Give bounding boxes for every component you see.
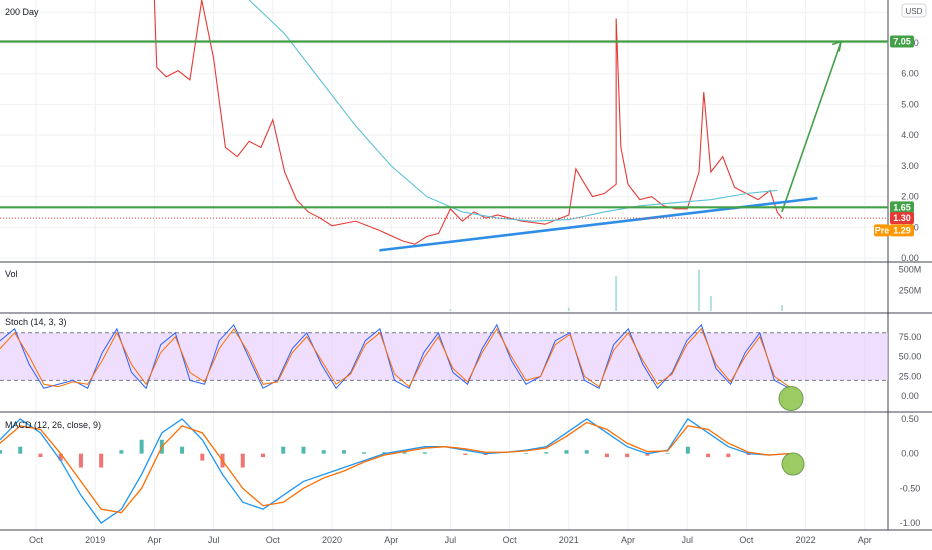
macd-title: MACD (12, 26, close, 9) [5,420,101,430]
macd-histogram-bar [180,446,185,454]
x-tick-label: Oct [503,535,518,545]
macd-histogram-bar [706,453,711,458]
macd-histogram-bar [402,452,407,454]
price-tick-label: 4.00 [901,130,919,140]
x-tick-label: 2020 [322,535,342,545]
macd-histogram-bar [301,446,306,454]
stoch-tick-label: 25.00 [899,371,922,381]
macd-tick-label: -1.00 [900,518,921,528]
x-tick-label: Jul [445,535,457,545]
level-tag-label: 1.65 [893,202,911,212]
macd-histogram-bar [38,453,43,458]
x-tick-label: Apr [858,535,872,545]
price-tick-label: 6.00 [901,69,919,79]
volume-tick-label: 500M [899,265,922,275]
macd-histogram-bar [0,450,2,454]
currency-button-label[interactable]: USD [906,7,923,16]
stoch-tick-label: 0.00 [901,391,919,401]
macd-histogram-bar [726,453,731,458]
volume-bar [615,276,618,311]
macd-histogram-bar [18,446,23,454]
price-tick-label: 5.00 [901,99,919,109]
volume-bar [698,269,701,311]
macd-tick-label: 0.50 [901,414,919,424]
price-tag-label: 1.29 [893,225,911,235]
x-tick-label: Jul [208,535,220,545]
macd-histogram-bar [240,453,245,468]
volume-bar [567,307,570,311]
macd-histogram-bar [362,452,367,454]
macd-histogram-bar [544,452,549,454]
stoch-tick-label: 50.00 [899,352,922,362]
price-tick-label: 0.00 [901,253,919,263]
macd-histogram-bar [78,453,83,468]
macd-histogram-bar [200,453,205,461]
volume-bar [449,309,452,311]
x-tick-label: Jul [681,535,693,545]
pre-tag-label: Pre [875,225,890,235]
price-tick-label: 2.00 [901,192,919,202]
price-tag-label: 1.30 [893,213,911,223]
macd-histogram-bar [564,450,569,454]
level-tag-label: 7.05 [893,36,911,46]
macd-histogram-bar [422,452,427,454]
x-tick-label: 2022 [796,535,816,545]
macd-histogram-bar [281,446,286,454]
indicator-label: 200 Day [5,7,39,17]
stoch-tick-label: 75.00 [899,332,922,342]
x-tick-label: Oct [739,535,754,545]
macd-histogram-bar [261,453,266,458]
price-tick-label: 3.00 [901,161,919,171]
macd-histogram-bar [463,453,468,456]
volume-bar [780,305,783,311]
volume-title: Vol [5,269,18,279]
x-tick-label: Apr [621,535,635,545]
x-tick-label: Oct [266,535,281,545]
x-tick-label: Apr [147,535,161,545]
macd-histogram-bar [341,450,346,454]
macd-tick-label: -0.50 [900,483,921,493]
macd-histogram-bar [685,446,690,454]
stoch-title: Stoch (14, 3, 3) [5,317,67,327]
macd-histogram-bar [584,450,589,454]
macd-histogram-bar [524,452,529,454]
x-tick-label: 2021 [559,535,579,545]
volume-tick-label: 250M [899,285,922,295]
macd-histogram-bar [604,453,609,458]
volume-bar [709,296,712,311]
stoch-highlight-circle [778,386,804,412]
macd-histogram-bar [119,450,124,454]
x-tick-label: Apr [384,535,398,545]
macd-histogram-bar [625,453,630,458]
macd-histogram-bar [321,450,326,454]
macd-histogram-bar [139,439,144,454]
stock-chart[interactable]: Oct 2019 Apr Jul Oct 2020 Apr Jul Oct 2021 Apr Jul O… [0,0,932,550]
x-tick-label: Oct [29,535,44,545]
macd-histogram-bar [665,452,670,454]
macd-highlight-circle [781,452,805,476]
macd-histogram-bar [99,453,104,468]
x-tick-label: 2019 [85,535,105,545]
macd-tick-label: 0.00 [901,449,919,459]
